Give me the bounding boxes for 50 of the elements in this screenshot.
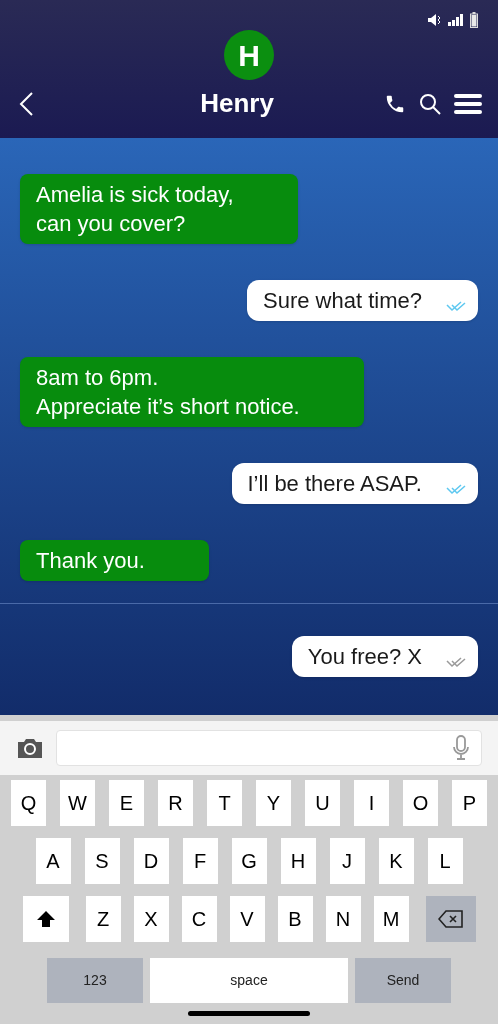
- menu-icon[interactable]: [454, 92, 482, 115]
- keyboard-key[interactable]: Y: [256, 780, 291, 826]
- camera-icon[interactable]: [16, 737, 44, 759]
- keyboard-key[interactable]: B: [277, 896, 313, 942]
- contact-name: Henry: [199, 87, 275, 120]
- keyboard-key[interactable]: M: [373, 896, 409, 942]
- space-key[interactable]: space: [150, 958, 348, 1003]
- keyboard-key[interactable]: Q: [11, 780, 46, 826]
- keyboard-key[interactable]: N: [325, 896, 361, 942]
- keyboard-key[interactable]: Z: [85, 896, 121, 942]
- function-key[interactable]: Send: [355, 958, 451, 1003]
- signal-icon: [448, 14, 464, 26]
- search-icon[interactable]: [418, 91, 442, 116]
- keyboard-key[interactable]: A: [35, 838, 71, 884]
- battery-icon: [470, 12, 478, 28]
- microphone-icon[interactable]: [453, 735, 469, 761]
- sent-message-bubble: I’ll be there ASAP.: [231, 463, 478, 504]
- back-icon[interactable]: [18, 90, 34, 117]
- keyboard-key[interactable]: D: [133, 838, 169, 884]
- keyboard-key[interactable]: J: [329, 838, 365, 884]
- received-message-bubble: Amelia is sick today, can you cover?: [20, 174, 298, 244]
- received-message-bubble: Thank you.: [20, 540, 209, 581]
- keyboard-key[interactable]: X: [133, 896, 169, 942]
- keyboard-key[interactable]: H: [280, 838, 316, 884]
- backspace-icon: [437, 910, 464, 928]
- keyboard-key[interactable]: O: [403, 780, 438, 826]
- shift-arrow-icon: [35, 909, 56, 929]
- received-message-bubble: 8am to 6pm. Appreciate it’s short notice.: [20, 357, 364, 427]
- keyboard-key[interactable]: F: [182, 838, 218, 884]
- keyboard-key[interactable]: P: [452, 780, 487, 826]
- keyboard-key[interactable]: W: [60, 780, 95, 826]
- keyboard-key[interactable]: K: [378, 838, 414, 884]
- keyboard-key[interactable]: R: [158, 780, 193, 826]
- keyboard-key[interactable]: T: [207, 780, 242, 826]
- sent-message-bubble: You free? X: [291, 636, 478, 677]
- speaker-icon: [428, 14, 442, 26]
- shift-key[interactable]: [22, 896, 69, 942]
- sent-message-bubble: Sure what time?: [247, 280, 478, 321]
- keyboard-key[interactable]: E: [109, 780, 144, 826]
- keyboard-key[interactable]: U: [305, 780, 340, 826]
- keyboard-key[interactable]: G: [231, 838, 267, 884]
- keyboard-key[interactable]: V: [229, 896, 265, 942]
- keyboard-key[interactable]: L: [427, 838, 463, 884]
- message-input-field[interactable]: [56, 730, 482, 766]
- avatar: H: [224, 30, 274, 80]
- keyboard-key[interactable]: S: [84, 838, 120, 884]
- function-key[interactable]: 123: [47, 958, 143, 1003]
- backspace-key[interactable]: [425, 896, 476, 942]
- keyboard-key[interactable]: I: [354, 780, 389, 826]
- keyboard-key[interactable]: C: [181, 896, 217, 942]
